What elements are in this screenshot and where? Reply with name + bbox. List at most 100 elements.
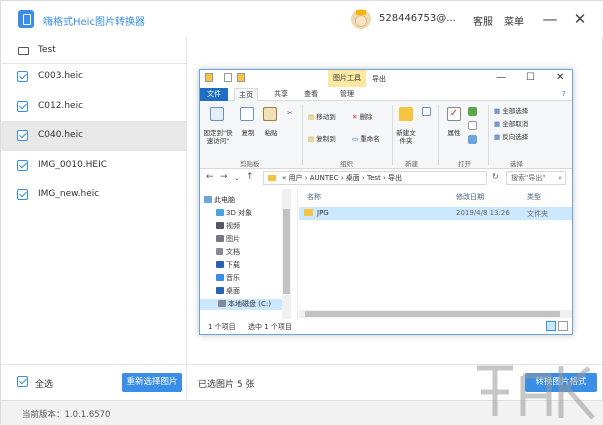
paste-icon [263,107,277,121]
checkbox-icon[interactable] [224,73,232,82]
forward-icon[interactable]: → [220,172,228,182]
tab-home[interactable]: 主页 [234,88,258,101]
column-name[interactable]: 名称 [307,192,321,202]
invert-selection-button[interactable]: ▦ 反向选择 [494,133,554,141]
details-view-icon[interactable] [546,321,556,331]
file-name: C003.heic [38,71,84,81]
nav-item-selected[interactable]: 本地磁盘 (C:) [200,299,282,310]
properties-button[interactable]: 属性 [443,129,465,137]
nav-item[interactable]: 图片 [216,234,240,244]
folder-icon [18,47,29,55]
nav-scrollbar[interactable] [282,189,291,319]
file-row[interactable]: C012.heic [1,92,187,122]
tab-manage[interactable]: 管理 [336,88,358,101]
file-row[interactable]: IMG_0010.HEIC [1,151,187,181]
nav-item-label: 图片 [226,235,240,243]
invert-selection-label: 反向选择 [502,133,529,141]
file-checkbox[interactable] [17,160,28,171]
nav-item[interactable]: 桌面 [216,286,240,296]
move-to-label: 移动到 [316,113,336,121]
select-none-button[interactable]: ▦ 全部取消 [494,120,554,128]
content-scroll-thumb[interactable] [305,311,560,317]
menu-button[interactable]: 菜单 [504,13,524,28]
folder-row[interactable]: Test [1,37,187,64]
invert-selection-icon: ▦ [494,133,501,141]
edit-icon[interactable] [468,121,477,130]
explorer-window[interactable]: 图片工具 导出 — ☐ ✕ 文件 主页 共享 查看 管理 ? 固定到"快速访问"… [199,69,573,335]
explorer-minimize-button[interactable]: — [496,72,506,83]
nav-item[interactable]: 下载 [216,260,240,270]
select-all-checkbox[interactable] [17,376,28,387]
nav-item-label: 本地磁盘 (C:) [228,300,271,308]
explorer-close-button[interactable]: ✕ [556,72,564,83]
file-list: 名称 修改日期 类型 JPG 2019/4/8 13:26 文件夹 [299,189,572,319]
file-name: IMG_0010.HEIC [38,160,108,170]
new-folder-button[interactable]: 新建文件夹 [394,129,418,145]
refresh-icon[interactable]: ↻ [492,172,499,181]
nav-item[interactable]: 3D 对象 [216,208,252,218]
history-icon[interactable] [468,135,477,144]
file-checkbox[interactable] [17,189,28,200]
folder-icon[interactable] [237,73,245,82]
nav-item[interactable]: 文档 [216,247,240,257]
minimize-button[interactable]: — [541,10,559,28]
back-icon[interactable]: ← [206,172,214,182]
nav-item[interactable]: 音乐 [216,273,240,283]
tab-file[interactable]: 文件 [200,88,228,101]
search-input[interactable]: 搜索"导出" ⌕ [506,171,566,185]
up-icon[interactable]: ↑ [246,172,254,182]
column-type[interactable]: 类型 [527,192,541,202]
folder-name: Test [38,45,56,55]
paste-button[interactable]: 粘贴 [261,129,281,137]
folder-icon [304,209,313,216]
select-all-button[interactable]: ▦ 全部选择 [494,107,554,115]
select-all-label[interactable]: 全选 [35,377,53,390]
file-checkbox[interactable] [17,71,28,82]
app-window: 嗨格式Heic图片转换器 528446753@... 客服 菜单 — ✕ Tes… [0,0,603,425]
user-id[interactable]: 528446753@... [379,13,456,24]
help-icon[interactable]: ? [558,88,570,101]
file-row[interactable]: IMG_new.heic [1,180,187,210]
nav-scroll-thumb[interactable] [283,209,290,294]
cut-icon[interactable]: ✂ [284,109,296,117]
chevron-down-icon[interactable]: ⌄ [234,174,240,182]
address-bar[interactable]: « 用户 › AUNTEC › 桌面 › Test › 导出 [263,171,487,185]
tab-share[interactable]: 共享 [270,88,292,101]
pin-button[interactable]: 固定到"快速访问" [202,129,234,145]
avatar[interactable] [351,9,371,29]
reselect-images-button[interactable]: 重新选择图片 [122,373,182,392]
new-item-icon[interactable] [422,107,431,116]
service-button[interactable]: 客服 [473,13,493,28]
explorer-maximize-button[interactable]: ☐ [526,72,535,83]
rename-label: 重命名 [360,135,380,143]
navigation-pane: 此电脑 3D 对象 视频 图片 文档 下载 音乐 桌面 本地磁盘 (C:) [200,189,298,319]
close-button[interactable]: ✕ [571,10,589,28]
nav-item[interactable]: 此电脑 [204,195,235,205]
copy-to-icon: ▤ [308,135,315,143]
ribbon-separator [302,105,303,165]
desktop-icon [216,287,224,294]
context-tab[interactable]: 图片工具 [328,70,366,87]
column-date[interactable]: 修改日期 [456,192,484,202]
open-icon[interactable] [468,107,477,116]
content-scrollbar[interactable] [299,310,572,318]
file-row-selected[interactable]: C040.heic [1,121,187,151]
folder-icon [205,73,213,82]
large-icons-view-icon[interactable] [558,321,568,331]
nav-item[interactable]: 视频 [216,221,240,231]
move-to-button[interactable]: ▤ 移动到 [308,113,348,121]
file-checkbox[interactable] [17,130,28,141]
file-checkbox[interactable] [17,101,28,112]
copy-to-button[interactable]: ▤ 复制到 [308,135,348,143]
nav-item-label: 视频 [226,222,240,230]
delete-button[interactable]: ✕ 删除 [352,113,382,121]
copy-button[interactable]: 复制 [238,129,258,137]
app-logo-icon [18,10,34,28]
list-item[interactable]: JPG 2019/4/8 13:26 文件夹 [299,207,572,220]
tab-view[interactable]: 查看 [300,88,322,101]
file-row[interactable]: C003.heic [1,62,187,92]
delete-label: 删除 [359,113,373,121]
rename-button[interactable]: ▭ 重命名 [352,135,388,143]
pin-icon [210,107,224,121]
file-name: C040.heic [38,130,84,140]
